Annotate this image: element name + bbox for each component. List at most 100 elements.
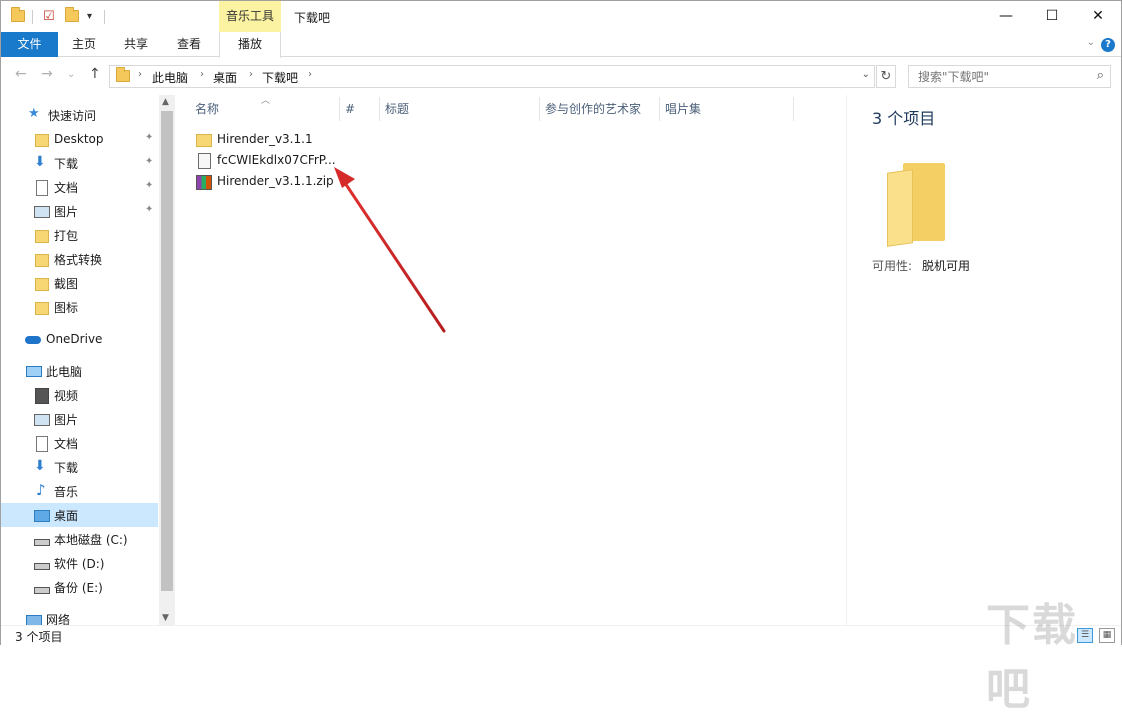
sidebar-item-label: 图片	[54, 204, 79, 219]
sidebar-item-label: 本地磁盘 (C:)	[54, 532, 128, 547]
new-folder-icon[interactable]	[65, 7, 79, 25]
breadcrumb-separator-icon[interactable]: ›	[200, 69, 204, 80]
cloud-icon	[25, 331, 41, 347]
sidebar-item-quick-access[interactable]: 快速访问	[1, 103, 158, 127]
minimize-button[interactable]: —	[983, 1, 1029, 32]
sidebar-item-pictures-pinned[interactable]: 图片 ✦	[1, 199, 158, 223]
tab-view[interactable]: 查看	[168, 32, 210, 57]
back-arrow-icon[interactable]: ←	[15, 66, 27, 82]
sidebar-item-screenshots[interactable]: 截图	[1, 271, 158, 295]
file-name: fcCWIEkdlx07CFrP...	[217, 153, 336, 167]
sidebar-item-dabao[interactable]: 打包	[1, 223, 158, 247]
folder-icon	[33, 251, 49, 267]
sidebar-item-documents[interactable]: 文档	[1, 431, 158, 455]
ribbon-tabs: 文件 主页 共享 查看 播放 ⌄ ?	[1, 32, 1121, 58]
tab-file[interactable]: 文件	[1, 32, 58, 57]
address-dropdown-icon[interactable]: ⌄	[862, 69, 870, 80]
search-icon[interactable]: ⌕	[1097, 68, 1104, 83]
tab-share[interactable]: 共享	[115, 32, 157, 57]
column-header-album[interactable]: 唱片集	[665, 95, 701, 123]
file-list: ︿ 名称 # 标题 参与创作的艺术家 唱片集 Hirender_v3.1.1 f…	[175, 95, 843, 625]
availability-label: 可用性:	[872, 259, 913, 273]
sidebar-item-drive-d[interactable]: 软件 (D:)	[1, 551, 158, 575]
close-button[interactable]: ✕	[1075, 1, 1121, 32]
pin-icon: ✦	[145, 204, 154, 215]
properties-check-icon[interactable]: ☑	[43, 7, 55, 25]
sidebar-item-label: 下载	[54, 460, 79, 475]
scroll-down-icon[interactable]: ▼	[162, 613, 169, 623]
status-item-count: 3 个项目	[15, 630, 63, 644]
ribbon-expand-chevron-icon[interactable]: ⌄	[1087, 37, 1095, 48]
sidebar-item-pictures[interactable]: 图片	[1, 407, 158, 431]
column-divider[interactable]	[793, 97, 794, 121]
sidebar-item-drive-c[interactable]: 本地磁盘 (C:)	[1, 527, 158, 551]
maximize-button[interactable]: ☐	[1029, 1, 1075, 32]
sidebar-item-label: 图片	[54, 412, 79, 427]
sidebar-item-label: 软件 (D:)	[54, 556, 105, 571]
breadcrumb-xiazaiba[interactable]: 下载吧	[262, 69, 298, 86]
sidebar-item-music[interactable]: 音乐	[1, 479, 158, 503]
sidebar-item-downloads-pinned[interactable]: 下载 ✦	[1, 151, 158, 175]
sidebar-item-label: 备份 (E:)	[54, 580, 103, 595]
sidebar-item-label: 图标	[54, 300, 79, 315]
sidebar-item-format-convert[interactable]: 格式转换	[1, 247, 158, 271]
file-row[interactable]: Hirender_v3.1.1.zip	[195, 171, 334, 191]
breadcrumb-separator-icon[interactable]: ›	[138, 69, 142, 80]
breadcrumb-separator-icon[interactable]: ›	[308, 69, 312, 80]
column-header-title[interactable]: 标题	[385, 95, 409, 123]
pin-icon: ✦	[145, 156, 154, 167]
picture-icon	[33, 411, 50, 427]
sidebar-item-label: 格式转换	[54, 252, 103, 267]
breadcrumb-separator-icon[interactable]: ›	[249, 69, 253, 80]
quick-access-folder-icon[interactable]	[11, 7, 25, 25]
sidebar-item-label: 下载	[54, 156, 79, 171]
sort-ascending-icon: ︿	[261, 96, 271, 106]
breadcrumb-desktop[interactable]: 桌面	[213, 69, 237, 86]
sidebar-item-documents-pinned[interactable]: 文档 ✦	[1, 175, 158, 199]
column-divider[interactable]	[659, 97, 660, 121]
sidebar-item-this-pc[interactable]: 此电脑	[1, 359, 158, 383]
sidebar-item-drive-e[interactable]: 备份 (E:)	[1, 575, 158, 599]
sidebar-item-downloads[interactable]: 下载	[1, 455, 158, 479]
recent-locations-chevron-icon[interactable]: ⌄	[67, 69, 75, 80]
drive-icon	[33, 531, 50, 547]
sidebar-scrollbar[interactable]: ▲ ▼	[159, 95, 175, 625]
breadcrumb-this-pc[interactable]: 此电脑	[152, 69, 188, 86]
search-input[interactable]	[909, 66, 1079, 87]
help-icon[interactable]: ?	[1101, 38, 1115, 52]
sidebar-item-videos[interactable]: 视频	[1, 383, 158, 407]
divider	[104, 10, 105, 24]
document-icon	[33, 435, 49, 452]
sidebar-item-label: 此电脑	[46, 364, 83, 379]
forward-arrow-icon[interactable]: →	[41, 66, 53, 82]
column-divider[interactable]	[539, 97, 540, 121]
column-header-artists[interactable]: 参与创作的艺术家	[545, 95, 641, 123]
customize-toolbar-dropdown-icon[interactable]: ▾	[87, 7, 92, 25]
tab-home[interactable]: 主页	[63, 32, 105, 57]
column-header-number[interactable]: #	[345, 95, 355, 123]
tab-play[interactable]: 播放	[219, 32, 281, 58]
scroll-up-icon[interactable]: ▲	[162, 97, 169, 107]
search-box[interactable]: ⌕	[908, 65, 1111, 88]
sidebar-item-desktop[interactable]: 桌面	[1, 503, 158, 527]
up-arrow-icon[interactable]: ↑	[89, 66, 101, 82]
context-tab-music-tools[interactable]: 音乐工具	[219, 1, 281, 32]
file-row[interactable]: fcCWIEkdlx07CFrP...	[195, 150, 336, 170]
column-divider[interactable]	[339, 97, 340, 121]
scrollbar-thumb[interactable]	[161, 111, 173, 591]
large-folder-icon	[887, 163, 945, 247]
window-title: 下载吧	[294, 11, 331, 25]
column-divider[interactable]	[379, 97, 380, 121]
folder-icon	[33, 131, 49, 147]
sidebar-item-icons[interactable]: 图标	[1, 295, 158, 319]
refresh-icon[interactable]: ↻	[876, 65, 896, 88]
sidebar-item-onedrive[interactable]: OneDrive	[1, 327, 158, 351]
sidebar-item-label: Desktop	[54, 132, 104, 146]
column-header-name[interactable]: 名称	[195, 95, 219, 123]
sidebar-item-network[interactable]: 网络	[1, 607, 158, 625]
star-icon	[27, 106, 43, 123]
drive-icon	[33, 555, 50, 571]
address-bar[interactable]: › 此电脑 › 桌面 › 下载吧 › ⌄	[109, 65, 875, 88]
file-row[interactable]: Hirender_v3.1.1	[195, 129, 313, 149]
sidebar-item-desktop-pinned[interactable]: Desktop ✦	[1, 127, 158, 151]
